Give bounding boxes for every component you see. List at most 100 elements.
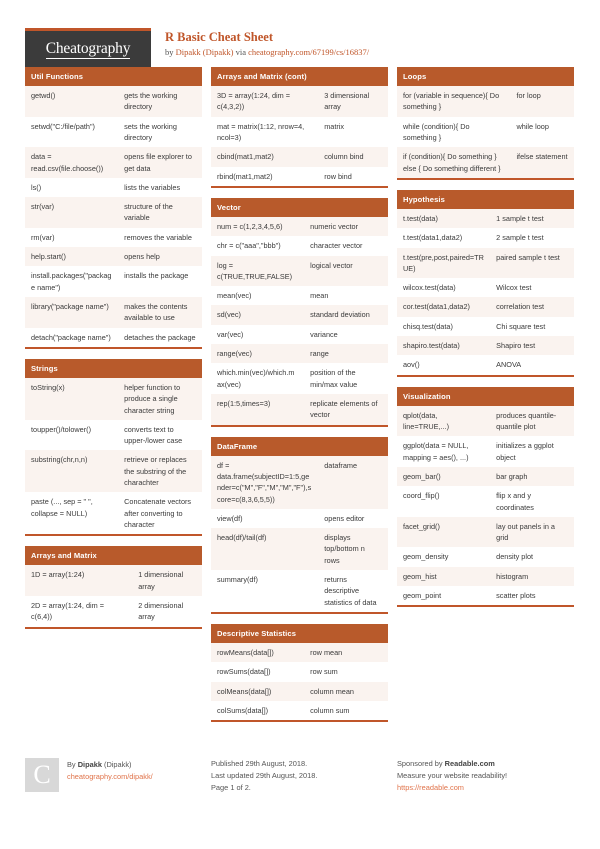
row-value: numeric vector [310, 222, 359, 231]
table-row: t.test(data) 1 sample t test [397, 209, 574, 229]
table-row: geom_hist histogram [397, 566, 574, 587]
table-row: t.test(data1,data2) 2 sample t test [397, 228, 574, 248]
table-row: paste (..., sep = " ", collapse = NULL) C… [25, 492, 202, 535]
row-value: character vector [310, 241, 363, 251]
row-value: 1 sample t test [496, 214, 544, 223]
row-value: initializes a ggplot object [496, 441, 554, 462]
row-value: structure of the variable [124, 202, 173, 223]
row-key: library("package name") [31, 301, 109, 311]
row-value: installs the package [124, 271, 189, 281]
block-title: Descriptive Statistics [211, 623, 388, 644]
row-key: for (variable in sequence){ Do something… [403, 91, 500, 112]
row-key: if (condition){ Do something } else { Do… [403, 152, 501, 173]
table-row: if (condition){ Do something } else { Do… [397, 147, 574, 178]
footer-author: C By Dipakk (Dipakk) cheatography.com/di… [25, 758, 202, 794]
row-key: toupper()/tolower() [31, 424, 92, 434]
table-row: geom_bar() bar graph [397, 466, 574, 487]
row-value: 1 dimensional array [138, 570, 184, 591]
table-row: 2D = array(1:24, dim = c(6,4)) 2 dimensio… [25, 595, 202, 627]
author-link[interactable]: Dipakk (Dipakk) [176, 47, 234, 57]
row-key: 2D = array(1:24, dim = c(6,4)) [31, 600, 105, 622]
row-value: sets the working directory [124, 121, 177, 142]
row-value: mean [310, 291, 329, 301]
table-row: colMeans(data[]) column mean [211, 681, 388, 701]
block-title: Hypothesis [397, 189, 574, 209]
row-value: produces quantile-quantile plot [496, 410, 557, 432]
block-loops: Loops for (variable in sequence){ Do som… [397, 67, 574, 180]
row-key: coord_flip() [403, 491, 440, 501]
table-row: getwd() gets the working directory [25, 86, 202, 117]
column-2: Arrays and Matrix (cont) 3D = array(1:24… [211, 67, 388, 732]
row-value: lay out panels in a grid [496, 521, 555, 543]
table-row: mat = matrix(1:12, nrow=4, ncol=3) matrix [211, 116, 388, 148]
row-key: toString(x) [31, 382, 65, 392]
row-value: row sum [310, 667, 338, 677]
row-key: mat = matrix(1:12, nrow=4, ncol=3) [217, 121, 305, 142]
row-value: lists the variables [124, 182, 181, 192]
kv-table: num = c(1,2,3,4,5,6) numeric vector chr =… [211, 217, 388, 425]
row-key: paste (..., sep = " ", collapse = NULL) [31, 497, 93, 518]
cheatography-logo[interactable]: Cheatography [25, 28, 151, 68]
block-util-functions: Util Functions getwd() gets the working d… [25, 67, 202, 349]
row-value: position of the min/max value [310, 368, 358, 389]
table-row: facet_grid() lay out panels in a grid [397, 516, 574, 548]
author-by-label: By [67, 760, 78, 769]
sponsor-link[interactable]: https://readable.com [397, 783, 464, 792]
row-value: 3 dimensional array [324, 91, 370, 112]
page-header: Cheatography R Basic Cheat Sheet by Dipa… [0, 0, 600, 68]
block-vector: Vector num = c(1,2,3,4,5,6) numeric vecto… [211, 197, 388, 427]
sponsor-tagline: Measure your website readability! [397, 770, 508, 780]
table-row: t.test(pre,post,paired=TRUE) paired sampl… [397, 247, 574, 279]
row-value: matrix [324, 121, 345, 131]
table-row: ls() lists the variables [25, 177, 202, 198]
table-row: cor.test(data1,data2) correlation test [397, 297, 574, 317]
table-row: shapiro.test(data) Shapiro test [397, 336, 574, 356]
row-key: data = read.csv(file.choose()) [31, 152, 104, 173]
block-title: Loops [397, 67, 574, 87]
author-profile-link[interactable]: cheatography.com/dipakk/ [67, 772, 153, 781]
row-value: column bind [324, 152, 364, 162]
row-value: for loop [516, 91, 541, 101]
row-key: num = c(1,2,3,4,5,6) [217, 222, 283, 231]
row-value: column sum [310, 705, 350, 715]
table-row: var(vec) variance [211, 324, 388, 345]
table-row: coord_flip() flip x and y coordinates [397, 486, 574, 517]
row-key: substring(chr,n,n) [31, 455, 88, 465]
table-row: summary(df) returns descriptive statistic… [211, 570, 388, 612]
block-title: Util Functions [25, 67, 202, 87]
page-title: R Basic Cheat Sheet [165, 30, 273, 44]
row-value: makes the contents available to use [124, 301, 188, 323]
kv-table: qplot(data, line=TRUE,...) produces quant… [397, 405, 574, 606]
avatar: C [25, 758, 59, 792]
table-row: substring(chr,n,n) retrieve or replaces t… [25, 450, 202, 493]
row-value: replicate elements of vector [310, 398, 378, 420]
row-key: shapiro.test(data) [403, 341, 460, 351]
table-row: 1D = array(1:24) 1 dimensional array [25, 565, 202, 596]
row-key: geom_density [403, 552, 449, 562]
row-key: head(df)/tail(df) [217, 533, 267, 543]
row-value: bar graph [496, 471, 528, 481]
row-value: gets the working directory [124, 91, 178, 112]
row-key: t.test(data) [403, 214, 438, 223]
row-value: opens editor [324, 513, 365, 523]
row-key: view(df) [217, 513, 243, 523]
table-row: num = c(1,2,3,4,5,6) numeric vector [211, 217, 388, 237]
row-key: 3D = array(1:24, dim = c(4,3,2)) [217, 91, 291, 112]
footer-sponsor: Sponsored by Readable.com Measure your w… [397, 758, 574, 794]
table-row: str(var) structure of the variable [25, 197, 202, 228]
row-key: ggplot(data = NULL, mapping = aes(), ...… [403, 441, 469, 462]
row-key: colMeans(data[]) [217, 686, 272, 696]
block-title: Arrays and Matrix [25, 546, 202, 566]
row-value: removes the variable [124, 232, 192, 242]
row-key: setwd("C:/file/path") [31, 121, 95, 131]
row-value: variance [310, 329, 338, 339]
table-row: chisq.test(data) Chi square test [397, 316, 574, 337]
table-row: library("package name") makes the content… [25, 296, 202, 328]
source-url-link[interactable]: cheatography.com/67199/cs/16837/ [248, 47, 369, 57]
row-key: cor.test(data1,data2) [403, 302, 470, 312]
block-hypothesis: Hypothesis t.test(data) 1 sample t test t… [397, 189, 574, 377]
row-value: retrieve or replaces the substring of th… [124, 455, 187, 488]
row-value: opens help [124, 252, 160, 262]
table-row: wilcox.test(data) Wilcox test [397, 278, 574, 298]
row-value: row bind [324, 171, 352, 181]
